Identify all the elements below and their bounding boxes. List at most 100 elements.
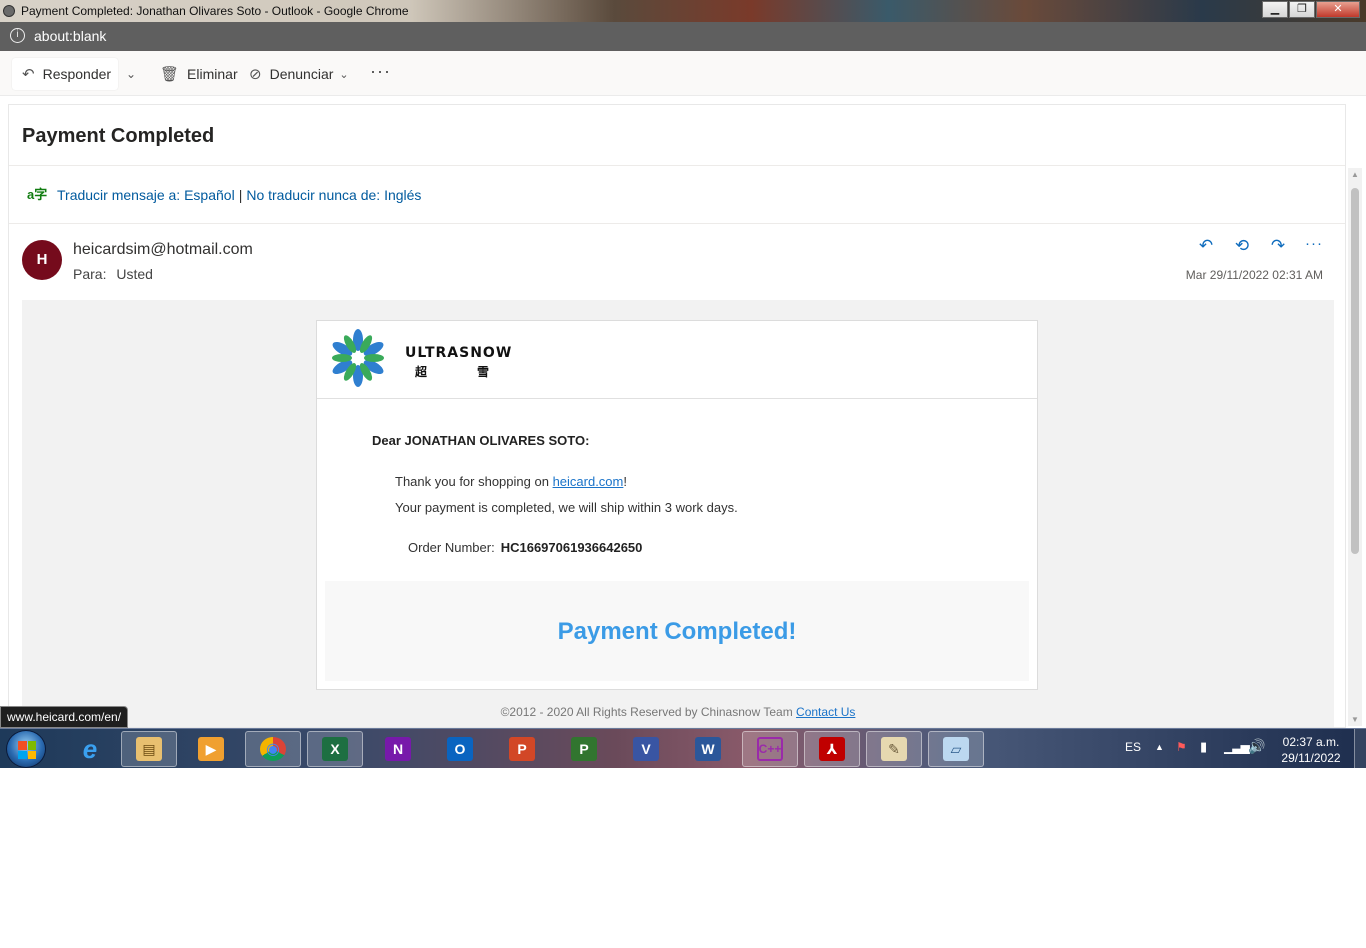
never-translate-link[interactable]: No traducir nunca de: Inglés (246, 187, 421, 203)
more-actions-button[interactable]: ··· (370, 55, 391, 87)
show-desktop-button[interactable] (1354, 729, 1366, 769)
snowflake-logo-icon (332, 329, 384, 387)
taskbar-cpp-editor[interactable]: C++ (742, 731, 798, 767)
taskbar-word[interactable]: W (680, 731, 736, 767)
taskbar-project[interactable]: P (556, 731, 612, 767)
reply-icon[interactable]: ↶ (1195, 236, 1217, 256)
footer-text: ©2012 - 2020 All Rights Reserved by Chin… (500, 705, 797, 719)
logo-chinese: 超雪 (415, 365, 540, 379)
report-chevron-icon: ⌄ (339, 68, 349, 81)
screen: Payment Completed: Jonathan Olivares Sot… (0, 0, 1366, 948)
window-controls: ▁ ❐ ✕ (1261, 1, 1360, 18)
tray-expand-icon[interactable]: ▲ (1155, 742, 1164, 752)
scrollbar[interactable]: ▲ ▼ (1348, 168, 1362, 726)
power-icon[interactable]: ▮ (1200, 739, 1207, 755)
divider (9, 223, 1345, 224)
contact-us-link[interactable]: Contact Us (796, 705, 855, 719)
taskbar-file-explorer[interactable]: ▤ (121, 731, 177, 767)
recipient-line: Para: Usted (73, 266, 153, 282)
taskbar-visio[interactable]: V (618, 731, 674, 767)
email-card: ULTRASNOW 超雪 Dear JONATHAN OLIVARES SOTO… (316, 320, 1038, 690)
thanks-line: Thank you for shopping on heicard.com! (395, 474, 627, 489)
heicard-link[interactable]: heicard.com (553, 474, 624, 489)
delete-button[interactable]: 🗑 Eliminar (160, 58, 238, 90)
reply-icon: ↶ (22, 66, 35, 83)
powerpoint-icon: P (509, 737, 535, 761)
message-date: Mar 29/11/2022 02:31 AM (1185, 268, 1323, 282)
scroll-up-icon[interactable]: ▲ (1351, 170, 1359, 179)
taskbar-ie[interactable]: e (62, 731, 118, 767)
thanks-prefix: Thank you for shopping on (395, 474, 553, 489)
email-header: ULTRASNOW 超雪 (317, 321, 1037, 399)
close-button[interactable]: ✕ (1316, 1, 1360, 18)
forward-icon[interactable]: ↷ (1267, 236, 1289, 256)
media-player-icon: ▶ (198, 737, 224, 761)
taskbar-outlook[interactable]: O (432, 731, 488, 767)
taskbar-paint[interactable]: ✎ (866, 731, 922, 767)
order-label: Order Number: (408, 540, 495, 555)
to-label: Para: (73, 266, 107, 282)
translate-icon: a字 (27, 187, 48, 202)
window-titlebar: Payment Completed: Jonathan Olivares Sot… (0, 0, 1366, 22)
logo-wordmark: ULTRASNOW (405, 345, 513, 361)
reply-button[interactable]: ↶ Responder (12, 58, 118, 90)
site-info-icon[interactable]: i (10, 28, 25, 43)
completed-title: Payment Completed! (557, 618, 797, 645)
taskbar-media-player[interactable]: ▶ (183, 731, 239, 767)
minimize-button[interactable]: ▁ (1262, 1, 1288, 18)
clock-date: 29/11/2022 (1281, 751, 1341, 765)
volume-icon[interactable]: 🔊 (1248, 738, 1265, 755)
email-footer: ©2012 - 2020 All Rights Reserved by Chin… (22, 705, 1334, 719)
system-tray: ES ▲ ⚑ ▮ ▁▃▅ 🔊 02:37 a.m. 29/11/2022 (1118, 729, 1358, 769)
chrome-favicon-icon (3, 5, 15, 17)
sender-address[interactable]: heicardsim@hotmail.com (73, 241, 253, 259)
report-label: Denunciar (269, 66, 334, 82)
windows-logo-icon (18, 741, 36, 759)
folder-icon: ▤ (136, 737, 162, 761)
reply-all-icon[interactable]: ⟲ (1231, 236, 1253, 256)
taskbar-onenote[interactable]: N (370, 731, 426, 767)
translate-link[interactable]: Traducir mensaje a: Español (57, 187, 235, 203)
to-value[interactable]: Usted (116, 266, 153, 282)
report-button[interactable]: ⊘ Denunciar ⌄ (249, 58, 349, 90)
start-button[interactable] (6, 730, 46, 768)
thanks-suffix: ! (623, 474, 627, 489)
internet-explorer-icon: e (82, 733, 98, 764)
greeting: Dear JONATHAN OLIVARES SOTO: (372, 433, 590, 448)
word-icon: W (695, 737, 721, 761)
taskbar: e ▤ ▶ ◉ X N O P P V W C++ ⅄ ✎ ▱ ES ▲ ⚑ ▮… (0, 728, 1366, 769)
network-icon[interactable]: ▁▃▅ (1224, 740, 1250, 754)
url-text[interactable]: about:blank (34, 28, 106, 44)
window-title: Payment Completed: Jonathan Olivares Sot… (21, 4, 409, 18)
taskbar-excel[interactable]: X (307, 731, 363, 767)
project-icon: P (571, 737, 597, 761)
message-more-icon[interactable]: ··· (1303, 235, 1325, 252)
maximize-button[interactable]: ❐ (1289, 1, 1315, 18)
sender-avatar[interactable]: H (22, 240, 62, 280)
block-icon: ⊘ (249, 66, 262, 83)
cpp-editor-icon: C++ (757, 737, 783, 761)
translate-separator: | (238, 187, 243, 203)
message-subject: Payment Completed (22, 125, 215, 147)
taskbar-acrobat[interactable]: ⅄ (804, 731, 860, 767)
scroll-down-icon[interactable]: ▼ (1351, 715, 1359, 724)
action-center-flag-icon[interactable]: ⚑ (1176, 740, 1187, 754)
taskbar-notes[interactable]: ▱ (928, 731, 984, 767)
completed-banner: Payment Completed! (325, 581, 1029, 681)
paint-icon: ✎ (881, 737, 907, 761)
visio-icon: V (633, 737, 659, 761)
shipping-note: Your payment is completed, we will ship … (395, 500, 738, 515)
excel-icon: X (322, 737, 348, 761)
clock[interactable]: 02:37 a.m. 29/11/2022 (1278, 734, 1344, 766)
taskbar-chrome[interactable]: ◉ (245, 731, 301, 767)
message-toolbar: ↶ Responder ⌄ 🗑 Eliminar ⊘ Denunciar ⌄ ·… (0, 51, 1366, 96)
order-number: HC16697061936642650 (500, 540, 643, 555)
chrome-icon: ◉ (260, 737, 286, 761)
order-line: Order Number: HC16697061936642650 (408, 540, 642, 555)
delete-label: Eliminar (187, 66, 238, 82)
taskbar-powerpoint[interactable]: P (494, 731, 550, 767)
address-bar: i about:blank (0, 22, 1366, 51)
reply-options-chevron-icon[interactable]: ⌄ (126, 58, 142, 90)
scroll-thumb[interactable] (1351, 188, 1359, 554)
language-indicator[interactable]: ES (1125, 740, 1141, 754)
